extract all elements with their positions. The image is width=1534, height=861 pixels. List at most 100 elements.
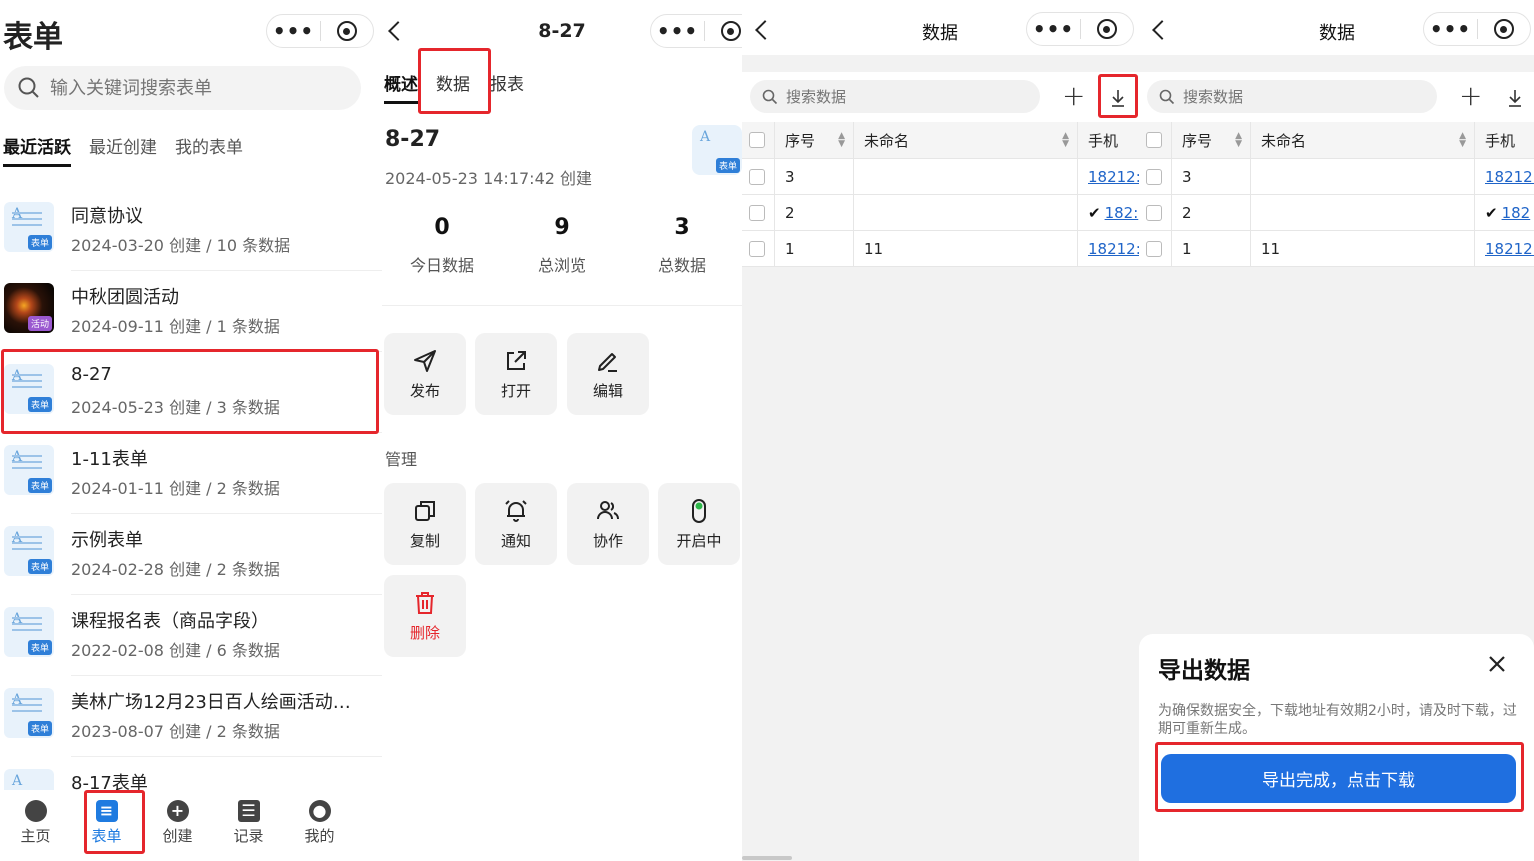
page-title: 表单 xyxy=(3,20,63,55)
table-row[interactable]: 2 ✔ 182: xyxy=(742,195,1139,231)
tab-data[interactable]: 数据 xyxy=(436,70,470,95)
list-item[interactable]: A 表单 课程报名表（商品字段） 2022-02-08 创建 / 6 条数据 xyxy=(0,595,382,676)
delete-button[interactable]: 删除 xyxy=(384,575,466,657)
target-icon xyxy=(1493,19,1514,39)
sort-icon: ▲ ▼ xyxy=(838,131,845,149)
form-meta: 2022-02-08 创建 / 6 条数据 xyxy=(71,641,280,660)
nav-home[interactable]: 主页 xyxy=(0,790,71,861)
tab-report[interactable]: 报表 xyxy=(490,70,524,95)
data-search-bar[interactable] xyxy=(750,80,1040,113)
table-row[interactable]: 2 ✔ 182 xyxy=(1139,195,1534,231)
more-icon[interactable]: ••• xyxy=(651,16,704,46)
download-icon[interactable] xyxy=(1505,87,1525,109)
list-item[interactable]: A 表单 1-11表单 2024-01-11 创建 / 2 条数据 xyxy=(0,433,382,514)
list-item[interactable]: A 表单 同意协议 2024-03-20 创建 / 10 条数据 xyxy=(0,190,382,271)
form-meta: 2024-03-20 创建 / 10 条数据 xyxy=(71,236,291,255)
sort-icon: ▲ ▼ xyxy=(1062,131,1069,149)
list-item[interactable]: A 表单 示例表单 2024-02-28 创建 / 2 条数据 xyxy=(0,514,382,595)
form-name: 示例表单 xyxy=(71,530,143,551)
data-search-input[interactable] xyxy=(786,87,1006,106)
row-checkbox[interactable] xyxy=(749,204,765,221)
row-checkbox[interactable] xyxy=(749,168,765,185)
form-thumbnail: A表单 xyxy=(4,607,54,657)
tab-overview[interactable]: 概述 xyxy=(384,70,418,104)
close-miniprogram-button[interactable] xyxy=(321,21,373,41)
table-row[interactable]: 1 11 18212: xyxy=(742,231,1139,267)
mini-program-capsule: ••• xyxy=(1423,12,1531,46)
row-checkbox[interactable] xyxy=(749,240,765,257)
phone-link[interactable]: 182: xyxy=(1105,204,1139,222)
close-miniprogram-button[interactable] xyxy=(1081,19,1133,39)
column-header-phone[interactable]: 手机 xyxy=(1078,122,1139,158)
select-all-checkbox[interactable] xyxy=(749,132,765,148)
search-icon xyxy=(18,77,39,98)
form-meta: 2024-05-23 创建 / 3 条数据 xyxy=(71,398,280,417)
close-miniprogram-button[interactable] xyxy=(705,21,742,41)
column-header-phone[interactable]: 手机 xyxy=(1475,122,1534,158)
download-icon[interactable] xyxy=(1108,87,1128,109)
add-record-button[interactable]: + xyxy=(1062,82,1085,110)
row-checkbox[interactable] xyxy=(1146,204,1162,221)
phone-link[interactable]: 182 xyxy=(1502,204,1531,222)
more-icon[interactable]: ••• xyxy=(267,16,320,46)
notify-button[interactable]: 通知 xyxy=(475,483,557,565)
phone-link[interactable]: 18212: xyxy=(1088,240,1139,258)
close-icon[interactable] xyxy=(1486,653,1508,675)
search-bar[interactable] xyxy=(4,66,361,110)
list-item[interactable]: A 表单 美林广场12月23日百人绘画活动… 2023-08-07 创建 / 2 … xyxy=(0,676,382,757)
tab-my-forms[interactable]: 我的表单 xyxy=(175,133,243,167)
form-thumbnail: A表单 xyxy=(692,125,742,175)
table-row[interactable]: 1 11 18212: xyxy=(1139,231,1534,267)
nav-records[interactable]: ☰ 记录 xyxy=(213,790,284,861)
user-icon: ● xyxy=(308,800,331,822)
nav-profile[interactable]: ● 我的 xyxy=(284,790,355,861)
table-row[interactable]: 3 18212: xyxy=(742,159,1139,195)
column-header-name[interactable]: 未命名 ▲ ▼ xyxy=(854,122,1078,158)
edit-button[interactable]: 编辑 xyxy=(567,333,649,415)
search-input[interactable] xyxy=(50,77,330,99)
row-checkbox[interactable] xyxy=(1146,168,1162,185)
phone-link[interactable]: 18212: xyxy=(1088,168,1139,186)
nav-forms[interactable]: ≡ 表单 xyxy=(71,790,142,861)
tab-recent-active[interactable]: 最近活跃 xyxy=(3,133,71,167)
close-miniprogram-button[interactable] xyxy=(1478,19,1530,39)
data-toolbar: + xyxy=(1139,72,1534,122)
more-icon[interactable]: ••• xyxy=(1027,14,1080,44)
stat-views: 9 总浏览 xyxy=(537,215,586,275)
column-header-name[interactable]: 未命名 ▲ ▼ xyxy=(1251,122,1475,158)
form-meta: 2024-01-11 创建 / 2 条数据 xyxy=(71,479,280,498)
publish-button[interactable]: 发布 xyxy=(384,333,466,415)
enable-toggle[interactable]: 开启中 xyxy=(658,483,740,565)
data-search-bar[interactable] xyxy=(1147,80,1437,113)
form-name: 美林广场12月23日百人绘画活动… xyxy=(71,692,351,713)
back-icon[interactable] xyxy=(388,21,408,41)
phone-link[interactable]: 18212: xyxy=(1485,240,1534,258)
bell-icon xyxy=(505,499,527,522)
created-time: 2024-05-23 14:17:42 创建 xyxy=(385,169,593,188)
row-checkbox[interactable] xyxy=(1146,240,1162,257)
column-header-seq[interactable]: 序号 ▲ ▼ xyxy=(775,122,854,158)
list-item-selected[interactable]: A 表单 8-27 2024-05-23 创建 / 3 条数据 xyxy=(0,352,382,433)
horizontal-scrollbar[interactable] xyxy=(742,856,792,860)
form-name: 中秋团圆活动 xyxy=(71,287,179,308)
tab-recent-created[interactable]: 最近创建 xyxy=(89,133,157,167)
collaborate-button[interactable]: 协作 xyxy=(567,483,649,565)
table-row[interactable]: 3 18212: xyxy=(1139,159,1534,195)
list-item[interactable]: 活动 中秋团圆活动 2024-09-11 创建 / 1 条数据 xyxy=(0,271,382,352)
data-search-input[interactable] xyxy=(1183,87,1403,106)
stat-today: 0 今日数据 xyxy=(409,215,474,275)
download-export-button[interactable]: 导出完成，点击下载 xyxy=(1161,754,1516,803)
form-name: 课程报名表（商品字段） xyxy=(71,611,269,632)
copy-button[interactable]: 复制 xyxy=(384,483,466,565)
column-header-seq[interactable]: 序号 ▲ ▼ xyxy=(1172,122,1251,158)
phone-link[interactable]: 18212: xyxy=(1485,168,1534,186)
select-all-checkbox[interactable] xyxy=(1146,132,1162,148)
sheet-description: 为确保数据安全，下载地址有效期2小时，请及时下载，过期可重新生成。 xyxy=(1158,703,1517,737)
more-icon[interactable]: ••• xyxy=(1424,14,1477,44)
toggle-on-icon xyxy=(692,498,706,523)
nav-create[interactable]: + 创建 xyxy=(142,790,213,861)
form-name: 8-27 xyxy=(71,364,112,385)
open-button[interactable]: 打开 xyxy=(475,333,557,415)
add-record-button[interactable]: + xyxy=(1459,82,1482,110)
sort-icon: ▲ ▼ xyxy=(1459,131,1466,149)
